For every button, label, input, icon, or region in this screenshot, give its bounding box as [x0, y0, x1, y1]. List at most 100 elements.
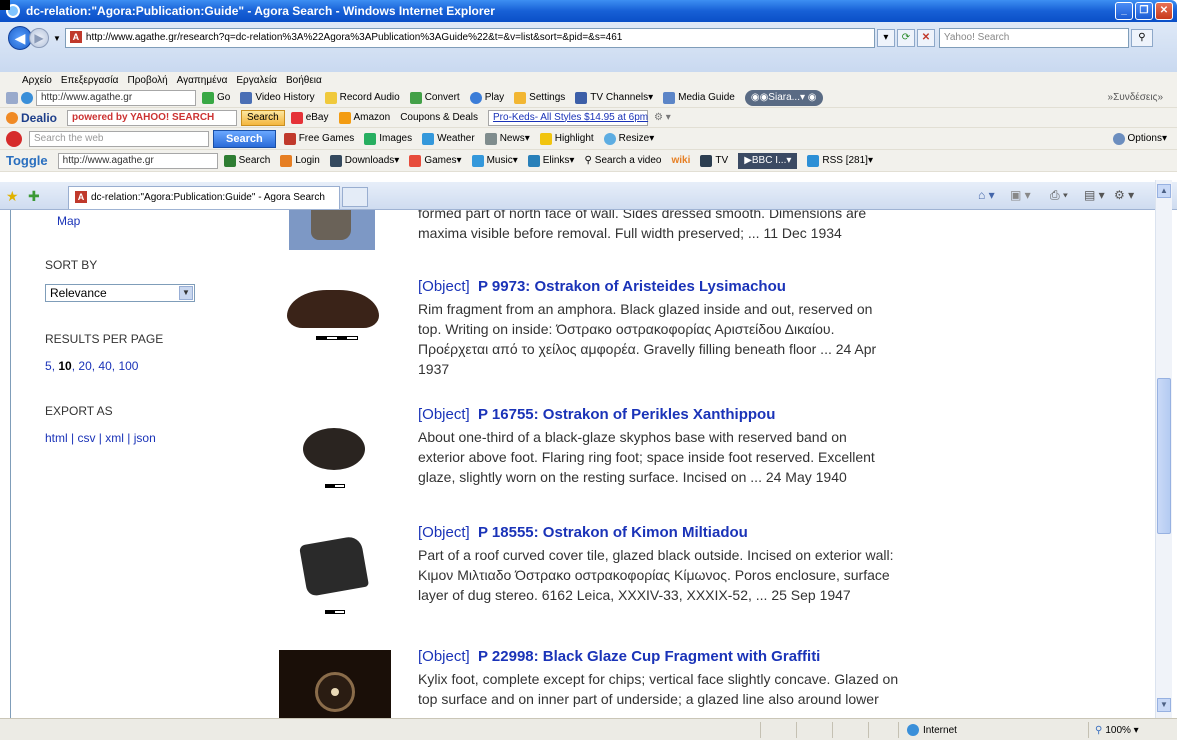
toggle-toolbar: Toggle http://www.agathe.gr Search Login…	[0, 150, 1177, 172]
export-csv-link[interactable]: csv	[77, 431, 95, 445]
forward-button[interactable]: ▶	[29, 28, 49, 48]
security-zone[interactable]: Internet	[898, 722, 1078, 738]
dealio-search-button[interactable]: Search	[241, 109, 285, 126]
media-guide-button[interactable]: Media Guide	[663, 91, 735, 104]
resize-button[interactable]: Resize ▾	[603, 132, 654, 145]
convert-button[interactable]: Convert	[409, 91, 460, 104]
refresh-button[interactable]: ⟳	[896, 29, 915, 47]
address-dropdown-button[interactable]: ▾	[876, 29, 895, 47]
scroll-down-icon[interactable]: ▼	[1157, 698, 1171, 712]
print-icon[interactable]: ⎙ ▾	[1050, 188, 1068, 203]
minimize-button[interactable]: _	[1115, 2, 1133, 20]
result-thumbnail[interactable]	[298, 535, 370, 597]
ask-search-input[interactable]: Search the web	[29, 130, 209, 147]
wiki-button[interactable]: wiki	[672, 155, 691, 166]
free-games-button[interactable]: Free Games	[283, 132, 354, 145]
favorites-star-icon[interactable]: ★	[6, 188, 19, 205]
menu-edit[interactable]: Επεξεργασία	[61, 75, 119, 86]
radio-player-widget[interactable]: ▶ BBC I... ▾	[738, 152, 798, 169]
menu-tools[interactable]: Εργαλεία	[236, 75, 277, 86]
result-thumbnail[interactable]	[279, 650, 391, 718]
links-button[interactable]: » Συνδέσεις »	[1108, 92, 1163, 103]
menu-favorites[interactable]: Αγαπημένα	[177, 75, 228, 86]
record-audio-button[interactable]: Record Audio	[324, 91, 400, 104]
result-description: formed part of north face of wall. Sides…	[418, 210, 867, 241]
result-item: [Object] P 18555: Ostrakon of Kimon Milt…	[418, 524, 918, 605]
elinks-button[interactable]: Elinks ▾	[527, 154, 574, 167]
media-player-widget[interactable]: ◉◉ Siara... ▾ ◉	[744, 89, 823, 106]
rpp-20[interactable]: 20	[78, 359, 91, 373]
sort-select[interactable]: Relevance ▼	[45, 284, 195, 302]
map-link[interactable]: Map	[57, 214, 80, 228]
toolbar-url-field[interactable]: http://www.agathe.gr	[36, 89, 196, 106]
radio-icon[interactable]	[21, 91, 33, 104]
result-title[interactable]: [Object] P 16755: Ostrakon of Perikles X…	[418, 406, 918, 424]
stop-button[interactable]: ✕	[916, 29, 935, 47]
tools-gear-icon[interactable]: ⚙ ▾	[1114, 188, 1134, 202]
result-title[interactable]: [Object] P 9973: Ostrakon of Aristeides …	[418, 278, 918, 296]
music-button[interactable]: Music ▾	[471, 154, 518, 167]
menu-file[interactable]: Αρχείο	[22, 75, 52, 86]
rpp-100[interactable]: 100	[118, 359, 138, 373]
status-bar: Internet ⚲ 100% ▾	[0, 718, 1177, 740]
rpp-10[interactable]: 10	[58, 359, 71, 373]
promo-dropdown[interactable]: Pro-Keds- All Styles $14.95 at 6pm	[488, 109, 648, 126]
export-as-label: EXPORT AS	[45, 404, 113, 418]
new-tab-button[interactable]	[342, 187, 368, 207]
downloads-button[interactable]: Downloads ▾	[329, 154, 399, 167]
ebay-button[interactable]: eBay	[290, 111, 329, 124]
result-thumbnail[interactable]	[287, 290, 379, 330]
result-description: Part of a roof curved cover tile, glazed…	[418, 547, 894, 603]
news-button[interactable]: News ▾	[484, 132, 530, 145]
export-xml-link[interactable]: xml	[105, 431, 124, 445]
feeds-icon[interactable]: ▣ ▾	[1010, 188, 1031, 202]
history-dropdown-icon[interactable]: ▼	[53, 34, 61, 43]
zoom-level[interactable]: ⚲ 100% ▾	[1088, 722, 1174, 738]
coupons-button[interactable]: Coupons & Deals	[400, 112, 478, 123]
maximize-button[interactable]: ❐	[1135, 2, 1153, 20]
home-icon[interactable]: ⌂ ▾	[978, 188, 995, 202]
close-button[interactable]: ✕	[1155, 2, 1173, 20]
options-button[interactable]: Options ▾	[1112, 132, 1167, 145]
search-video-button[interactable]: ⚲ Search a video	[584, 155, 661, 166]
login-button[interactable]: Login	[280, 154, 320, 167]
menu-help[interactable]: Βοήθεια	[286, 75, 322, 86]
rpp-40[interactable]: 40	[98, 359, 111, 373]
rpp-5[interactable]: 5	[45, 359, 52, 373]
toggle-logo[interactable]: Toggle	[6, 153, 48, 168]
highlight-button[interactable]: Highlight	[539, 132, 594, 145]
search-icon[interactable]: ⚲	[1130, 29, 1153, 47]
result-thumbnail[interactable]	[301, 428, 367, 472]
page-menu-icon[interactable]: ▤ ▾	[1084, 188, 1105, 202]
weather-button[interactable]: Weather	[422, 132, 475, 145]
export-html-link[interactable]: html	[45, 431, 68, 445]
tv-button[interactable]: TV	[700, 154, 728, 167]
images-button[interactable]: Images	[364, 132, 412, 145]
result-thumbnail[interactable]	[289, 210, 375, 250]
rss-button[interactable]: RSS [281] ▾	[807, 154, 873, 167]
toggle-search-button[interactable]: Search	[223, 154, 270, 167]
address-bar[interactable]: Ahttp://www.agathe.gr/research?q=dc-rela…	[64, 28, 875, 48]
ask-search-button[interactable]: Search	[213, 129, 276, 148]
amazon-button[interactable]: Amazon	[338, 111, 390, 124]
scroll-up-icon[interactable]: ▲	[1157, 184, 1171, 198]
yahoo-search-input[interactable]: Yahoo! Search	[938, 28, 1129, 48]
vertical-scrollbar[interactable]: ▲ ▼	[1155, 180, 1172, 718]
settings-button[interactable]: Settings	[514, 91, 565, 104]
games-button[interactable]: Games ▾	[409, 154, 462, 167]
tv-channels-button[interactable]: TV Channels ▾	[575, 91, 653, 104]
menu-view[interactable]: Προβολή	[127, 75, 167, 86]
scrollbar-thumb[interactable]	[1157, 378, 1171, 534]
export-json-link[interactable]: json	[134, 431, 156, 445]
result-title[interactable]: [Object] P 22998: Black Glaze Cup Fragme…	[418, 648, 918, 666]
dealio-settings-icon[interactable]: ⚙ ▾	[654, 112, 671, 123]
title-bar: dc-relation:"Agora:Publication:Guide" - …	[0, 0, 1177, 22]
play-button[interactable]: Play	[469, 91, 504, 104]
dealio-search-input[interactable]: powered by YAHOO! SEARCH	[67, 109, 238, 126]
tab-agora-search[interactable]: Adc-relation:"Agora:Publication:Guide" -…	[68, 186, 340, 209]
go-button[interactable]: Go	[202, 91, 230, 104]
video-history-button[interactable]: Video History	[240, 91, 315, 104]
add-favorites-icon[interactable]: ✚	[28, 188, 40, 205]
toggle-url-field[interactable]: http://www.agathe.gr	[57, 152, 218, 169]
result-title[interactable]: [Object] P 18555: Ostrakon of Kimon Milt…	[418, 524, 918, 542]
